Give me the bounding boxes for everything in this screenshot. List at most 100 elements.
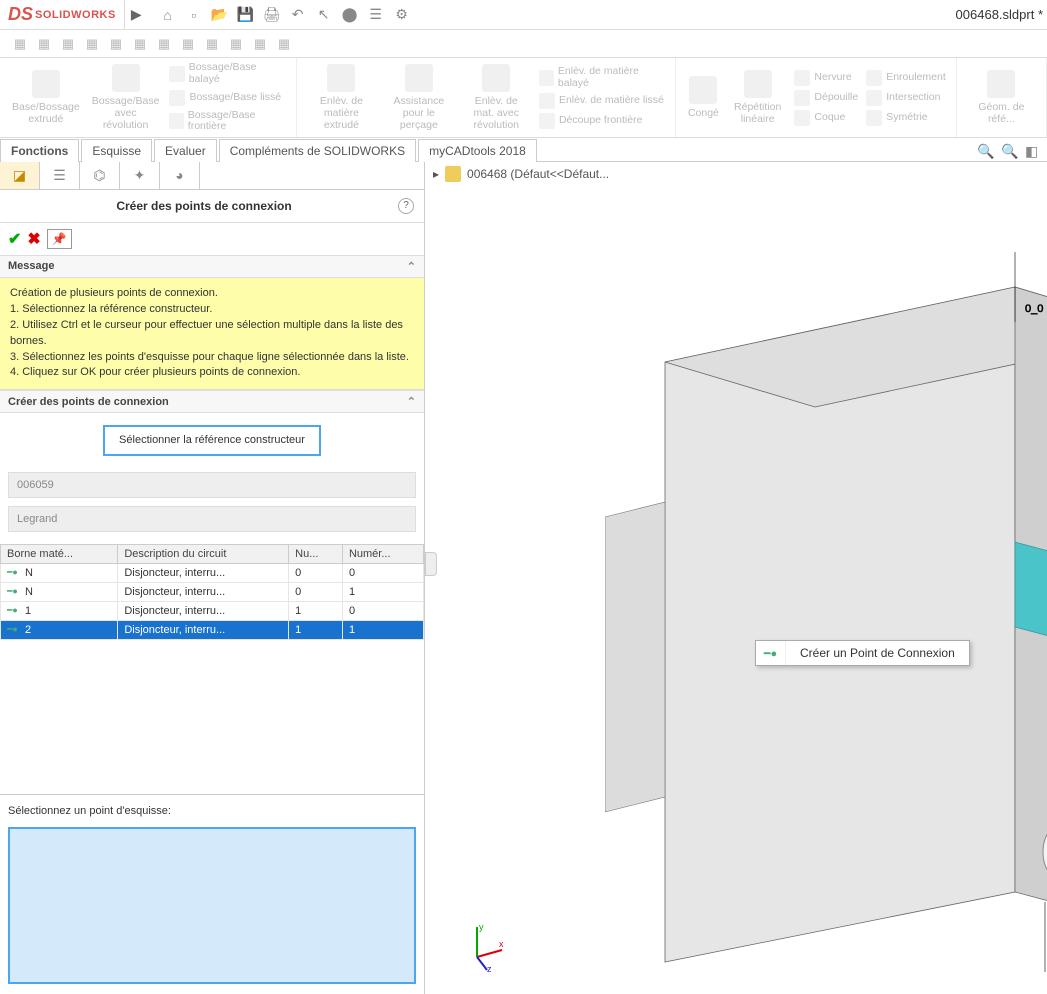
display-tab[interactable]: ◕	[160, 162, 200, 189]
sketch-point-selection-box[interactable]	[8, 827, 416, 984]
macro-btn-10[interactable]: ▦	[226, 34, 246, 54]
macro-btn-6[interactable]: ▦	[130, 34, 150, 54]
undo-icon[interactable]: ↶	[288, 5, 308, 25]
logo-text: SOLIDWORKS	[35, 9, 116, 21]
panel-divider-handle[interactable]	[425, 552, 437, 576]
svg-text:x: x	[499, 939, 504, 949]
select-icon[interactable]: ↖	[314, 5, 334, 25]
macro-btn-5[interactable]: ▦	[106, 34, 126, 54]
macro-toolbar: ▦ ▦ ▦ ▦ ▦ ▦ ▦ ▦ ▦ ▦ ▦ ▦	[0, 30, 1047, 58]
ribbon: Base/Bossage extrudé Bossage/Base avec r…	[0, 58, 1047, 138]
main-area: ◪ ☰ ⌬ ✦ ◕ Créer des points de connexion …	[0, 162, 1047, 994]
loft-cut-button[interactable]: Enlèv. de matière lissé	[539, 93, 665, 109]
tab-complements[interactable]: Compléments de SOLIDWORKS	[219, 139, 416, 162]
boundary-cut-button[interactable]: Découpe frontière	[539, 113, 665, 129]
shell-button[interactable]: Coque	[794, 110, 858, 126]
view-icon[interactable]: ◧	[1025, 143, 1043, 161]
property-manager: ◪ ☰ ⌬ ✦ ◕ Créer des points de connexion …	[0, 162, 425, 994]
create-points-section-head[interactable]: Créer des points de connexion ⌃	[0, 390, 424, 413]
macro-btn-8[interactable]: ▦	[178, 34, 198, 54]
message-section-head[interactable]: Message ⌃	[0, 255, 424, 278]
col-description[interactable]: Description du circuit	[118, 544, 289, 563]
message-box: Création de plusieurs points de connexio…	[0, 278, 424, 391]
extrude-boss-button[interactable]: Base/Bossage extrudé	[6, 66, 86, 129]
revolve-boss-button[interactable]: Bossage/Base avec révolution	[86, 60, 166, 135]
table-row[interactable]: NDisjoncteur, interru...00	[1, 563, 424, 582]
context-menu-item-create-point[interactable]: Créer un Point de Connexion	[786, 641, 969, 665]
ok-button[interactable]: ✔	[8, 229, 21, 249]
macro-btn-11[interactable]: ▦	[250, 34, 270, 54]
chevron-up-icon: ⌃	[407, 395, 416, 408]
table-empty-area[interactable]	[0, 640, 424, 795]
macro-btn-2[interactable]: ▦	[34, 34, 54, 54]
graphics-viewport[interactable]: ▸ 006468 (Défaut<<Défaut...	[425, 162, 1047, 994]
view-triad[interactable]: y x z	[457, 922, 507, 972]
ref-geometry-button[interactable]: Géom. de réfé...	[963, 66, 1040, 129]
swept-cut-button[interactable]: Enlèv. de matière balayé	[539, 66, 665, 89]
feature-tree-tab[interactable]: ◪	[0, 162, 40, 189]
extrude-cut-button[interactable]: Enlèv. de matière extrudé	[303, 60, 380, 135]
panel-title: Créer des points de connexion	[10, 199, 398, 213]
open-icon[interactable]: 📂	[210, 5, 230, 25]
macro-btn-4[interactable]: ▦	[82, 34, 102, 54]
revolve-cut-button[interactable]: Enlèv. de mat. avec révolution	[458, 60, 535, 135]
col-num2[interactable]: Numér...	[342, 544, 423, 563]
part-icon	[445, 166, 461, 182]
cancel-button[interactable]: ✖	[27, 229, 40, 249]
dimxpert-tab[interactable]: ✦	[120, 162, 160, 189]
linear-pattern-button[interactable]: Répétition linéaire	[725, 66, 791, 129]
print-icon[interactable]: 🖨	[262, 5, 282, 25]
svg-text:z: z	[487, 964, 492, 972]
help-icon[interactable]: ?	[398, 198, 414, 214]
boundary-boss-button[interactable]: Bossage/Base frontière	[169, 110, 285, 133]
tab-mycadtools[interactable]: myCADtools 2018	[418, 139, 537, 162]
table-row[interactable]: NDisjoncteur, interru...01	[1, 582, 424, 601]
expand-icon[interactable]: ▸	[433, 167, 439, 181]
swept-boss-button[interactable]: Bossage/Base balayé	[169, 62, 285, 85]
part-reference-field: 006059	[8, 472, 416, 498]
svg-text:0_0: 0_0	[1025, 303, 1043, 315]
new-icon[interactable]: ▫	[184, 5, 204, 25]
zoom-area-icon[interactable]: 🔍	[1001, 143, 1019, 161]
macro-btn-9[interactable]: ▦	[202, 34, 222, 54]
terminals-table[interactable]: Borne maté... Description du circuit Nu.…	[0, 544, 424, 795]
col-terminal[interactable]: Borne maté...	[1, 544, 118, 563]
hole-wizard-button[interactable]: Assistance pour le perçage	[380, 60, 457, 135]
menu-arrow-icon[interactable]: ▶	[125, 6, 148, 23]
command-manager-tabs: Fonctions Esquisse Evaluer Compléments d…	[0, 138, 1047, 162]
config-tab[interactable]: ⌬	[80, 162, 120, 189]
macro-btn-3[interactable]: ▦	[58, 34, 78, 54]
panel-header: Créer des points de connexion ?	[0, 190, 424, 223]
tab-fonctions[interactable]: Fonctions	[0, 139, 79, 162]
mirror-button[interactable]: Symétrie	[866, 110, 946, 126]
zoom-fit-icon[interactable]: 🔍	[977, 143, 995, 161]
connection-point-icon[interactable]: ━●	[756, 641, 786, 665]
macro-btn-1[interactable]: ▦	[10, 34, 30, 54]
select-manufacturer-ref-button[interactable]: Sélectionner la référence constructeur	[103, 425, 321, 455]
pin-button[interactable]: 📌	[47, 229, 72, 249]
property-tab[interactable]: ☰	[40, 162, 80, 189]
wrap-button[interactable]: Enroulement	[866, 70, 946, 86]
options-icon[interactable]: ☰	[366, 5, 386, 25]
selection-breadcrumb[interactable]: ▸ 006468 (Défaut<<Défaut...	[433, 166, 609, 182]
save-icon[interactable]: 💾	[236, 5, 256, 25]
home-icon[interactable]: ⌂	[158, 5, 178, 25]
rib-button[interactable]: Nervure	[794, 70, 858, 86]
tab-evaluer[interactable]: Evaluer	[154, 139, 217, 162]
title-bar: DS SOLIDWORKS ▶ ⌂ ▫ 📂 💾 🖨 ↶ ↖ ⬤ ☰ ⚙ 0064…	[0, 0, 1047, 30]
macro-btn-7[interactable]: ▦	[154, 34, 174, 54]
settings-icon[interactable]: ⚙	[392, 5, 412, 25]
rebuild-icon[interactable]: ⬤	[340, 5, 360, 25]
loft-boss-button[interactable]: Bossage/Base lissé	[169, 90, 285, 106]
table-row[interactable]: 1Disjoncteur, interru...10	[1, 601, 424, 620]
tab-esquisse[interactable]: Esquisse	[81, 139, 152, 162]
col-num1[interactable]: Nu...	[289, 544, 343, 563]
fillet-button[interactable]: Congé	[682, 72, 725, 123]
table-row[interactable]: 2Disjoncteur, interru...11	[1, 620, 424, 639]
intersect-button[interactable]: Intersection	[866, 90, 946, 106]
3d-model[interactable]: 0_0 0_1	[605, 252, 1047, 992]
draft-button[interactable]: Dépouille	[794, 90, 858, 106]
macro-btn-12[interactable]: ▦	[274, 34, 294, 54]
document-filename: 006468.sldprt *	[956, 7, 1047, 22]
quick-access-toolbar: ⌂ ▫ 📂 💾 🖨 ↶ ↖ ⬤ ☰ ⚙	[148, 5, 422, 25]
